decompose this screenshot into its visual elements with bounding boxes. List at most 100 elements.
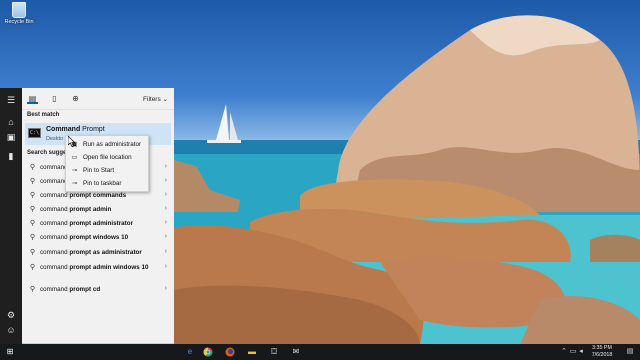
recycle-bin-label: Recycle Bin xyxy=(4,19,34,25)
recycle-bin-shortcut[interactable]: Recycle Bin xyxy=(3,2,35,25)
context-menu-item-pin-to-start[interactable]: ⊸ Pin to Start xyxy=(66,164,148,177)
web-icon[interactable]: ⊕ xyxy=(70,93,81,104)
suggestion-prefix: command xyxy=(40,164,68,171)
best-match-subtitle: Deskto xyxy=(46,136,64,142)
chevron-right-icon: › xyxy=(164,233,167,240)
search-icon: ⚲ xyxy=(29,164,36,171)
suggestion-item[interactable]: ⚲ command prompt cd › xyxy=(25,283,171,297)
suggestion-text: command prompt admin xyxy=(40,206,157,214)
suggestion-text: command prompt windows 10 xyxy=(40,234,157,242)
command-prompt-icon: C:\ xyxy=(28,128,41,138)
start-left-rail: ☰ ⌂ ▣ ▮ ⚙ ☺ xyxy=(0,88,22,344)
suggestion-prefix: command xyxy=(40,206,70,213)
chrome-icon[interactable] xyxy=(202,346,214,358)
search-icon: ⚲ xyxy=(29,206,36,213)
chevron-right-icon: › xyxy=(164,248,167,255)
chevron-up-icon[interactable]: ⌃ xyxy=(560,347,568,357)
suggestion-text: command prompt admin windows 10 xyxy=(40,264,157,272)
suggestion-bold: prompt administrator xyxy=(69,220,134,227)
start-search-panel: ☰ ⌂ ▣ ▮ ⚙ ☺ ▤ ▯ ⊕ Filters ⌄ Best match C… xyxy=(0,88,174,344)
search-icon: ⚲ xyxy=(29,286,36,293)
context-menu-label: Pin to taskbar xyxy=(83,180,122,187)
search-tabs: ▤ ▯ ⊕ Filters ⌄ xyxy=(22,88,174,110)
apps-icon[interactable]: ▤ xyxy=(27,93,38,104)
search-suggestions-header: Search sugges xyxy=(27,150,70,156)
suggestion-bold: prompt commands xyxy=(69,192,127,199)
recycle-bin-icon xyxy=(12,2,26,18)
suggestion-text: command prompt cd xyxy=(40,286,157,294)
chevron-right-icon: › xyxy=(164,205,167,212)
chevron-right-icon: › xyxy=(164,219,167,226)
pin-icon: ⊸ xyxy=(71,167,78,174)
hamburger-menu-icon[interactable]: ☰ xyxy=(5,94,17,106)
suggestion-bold: prompt admin xyxy=(69,206,112,213)
context-menu-label: Pin to Start xyxy=(83,167,115,174)
file-explorer-icon[interactable]: ▬ xyxy=(246,346,258,358)
chevron-right-icon: › xyxy=(164,163,167,170)
suggestion-item[interactable]: ⚲ command prompt admin › xyxy=(25,203,171,217)
home-icon[interactable]: ⌂ xyxy=(5,116,17,128)
suggestion-prefix: command xyxy=(40,178,68,185)
documents-icon[interactable]: ▯ xyxy=(49,93,60,104)
taskbar: ⊞ e ▬ ⛋ ✉ ⌃ ▭ ◂ 3:35 PM 7/6/2018 ▤ xyxy=(0,344,640,360)
clock-date: 7/6/2018 xyxy=(591,352,613,358)
context-menu-label: Run as administrator xyxy=(83,141,142,148)
firefox-icon[interactable] xyxy=(224,346,236,358)
context-menu: ▣ Run as administrator ▭ Open file locat… xyxy=(65,135,149,192)
pin-icon: ⊸ xyxy=(71,180,78,187)
folder-icon: ▭ xyxy=(71,154,78,161)
suggestion-prefix: command xyxy=(40,192,70,199)
suggestion-bold: prompt cd xyxy=(69,286,101,293)
chevron-down-icon: ⌄ xyxy=(162,96,168,103)
suggestion-prefix: command xyxy=(40,234,70,241)
suggestion-prefix: command xyxy=(40,264,70,271)
search-results-panel: ▤ ▯ ⊕ Filters ⌄ Best match C:\ Command P… xyxy=(22,88,174,344)
search-icon: ⚲ xyxy=(29,220,36,227)
best-match-header: Best match xyxy=(27,112,60,118)
best-match-title: Command Prompt xyxy=(46,126,105,133)
search-icon: ⚲ xyxy=(29,178,36,185)
context-menu-label: Open file location xyxy=(83,154,132,161)
taskbar-clock[interactable]: 3:35 PM 7/6/2018 xyxy=(583,345,621,359)
search-icon: ⚲ xyxy=(29,249,36,256)
clock-time: 3:35 PM xyxy=(592,345,612,351)
suggestion-bold: prompt admin windows 10 xyxy=(69,264,149,271)
chevron-right-icon: › xyxy=(164,263,167,270)
suggestion-item[interactable]: ⚲ command prompt administrator › xyxy=(25,217,171,231)
suggestion-prefix: command xyxy=(40,220,70,227)
suggestion-prefix: command xyxy=(40,286,70,293)
suggestion-bold: prompt windows 10 xyxy=(69,234,129,241)
search-icon: ⚲ xyxy=(29,234,36,241)
context-menu-item-run-as-administrator[interactable]: ▣ Run as administrator xyxy=(66,138,148,151)
suggestion-text: command prompt administrator xyxy=(40,220,157,228)
context-menu-item-open-file-location[interactable]: ▭ Open file location xyxy=(66,151,148,164)
mail-icon[interactable]: ✉ xyxy=(290,346,302,358)
settings-icon[interactable]: ⚙ xyxy=(5,309,17,321)
notifications-icon[interactable]: ▤ xyxy=(625,347,635,357)
network-icon[interactable]: ▭ xyxy=(569,347,577,357)
best-match-title-bold: Command xyxy=(46,126,81,133)
tower-icon[interactable]: ▮ xyxy=(5,150,17,162)
people-icon[interactable]: ☺ xyxy=(5,324,17,336)
filters-label: Filters xyxy=(143,96,161,103)
context-menu-item-pin-to-taskbar[interactable]: ⊸ Pin to taskbar xyxy=(66,177,148,190)
chevron-right-icon: › xyxy=(164,177,167,184)
suggestion-text: command prompt as administrator xyxy=(40,249,157,257)
suggestion-item[interactable]: ⚲ command prompt windows 10 › xyxy=(25,231,171,245)
mouse-pointer-icon xyxy=(68,136,76,147)
best-match-title-rest: Prompt xyxy=(80,126,105,133)
store-icon[interactable]: ⛋ xyxy=(268,346,280,358)
search-icon: ⚲ xyxy=(29,192,36,199)
start-button[interactable]: ⊞ xyxy=(4,346,16,358)
suggestion-item[interactable]: ⚲ command prompt admin windows 10 › xyxy=(25,261,171,281)
suggestion-prefix: command xyxy=(40,249,70,256)
documents-icon[interactable]: ▣ xyxy=(5,131,17,143)
chevron-right-icon: › xyxy=(164,285,167,292)
suggestion-item[interactable]: ⚲ command prompt as administrator › xyxy=(25,246,171,260)
edge-icon[interactable]: e xyxy=(184,346,196,358)
filters-button[interactable]: Filters ⌄ xyxy=(143,95,168,103)
chevron-right-icon: › xyxy=(164,191,167,198)
suggestion-bold: prompt as administrator xyxy=(69,249,142,256)
search-icon: ⚲ xyxy=(29,264,36,271)
suggestion-text: command prompt commands xyxy=(40,192,157,200)
